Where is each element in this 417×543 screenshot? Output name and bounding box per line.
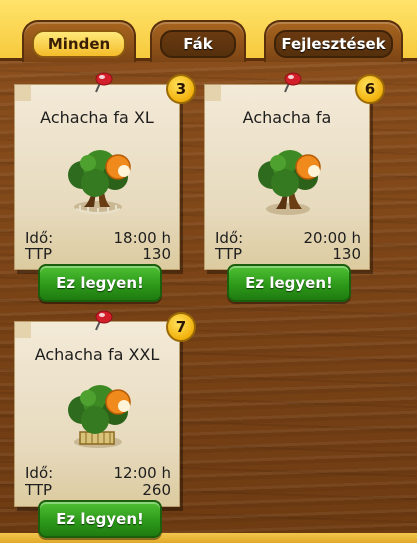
tab-fejlesztesek[interactable]: Fejlesztések <box>264 20 403 62</box>
time-value: 20:00 h <box>303 229 361 247</box>
tree-with-fruit-icon <box>68 385 131 448</box>
pin-icon <box>95 310 113 331</box>
ttp-value: 130 <box>142 245 171 263</box>
count-badge: 6 <box>355 74 385 104</box>
card-title: Achacha fa <box>242 108 332 127</box>
tree-with-fruit-icon <box>68 150 131 215</box>
ttp-row: TTP 130 <box>25 246 171 262</box>
time-row: Idő: 18:00 h <box>25 230 171 246</box>
tab-fak[interactable]: Fák <box>150 20 246 62</box>
time-label: Idő: <box>25 229 54 247</box>
count-badge: 7 <box>166 312 196 342</box>
count-badge: 3 <box>166 74 196 104</box>
select-button[interactable]: Ez legyen! <box>38 264 162 302</box>
time-row: Idő: 12:00 h <box>25 465 171 481</box>
card-title: Achacha fa XXL <box>34 345 160 364</box>
ttp-row: TTP 130 <box>215 246 361 262</box>
tab-label: Minden <box>32 30 126 58</box>
ttp-label: TTP <box>215 245 243 263</box>
ttp-row: TTP 260 <box>25 482 171 498</box>
ttp-label: TTP <box>25 245 53 263</box>
pin-icon <box>284 72 302 93</box>
time-row: Idő: 20:00 h <box>215 230 361 246</box>
time-value: 12:00 h <box>113 464 171 482</box>
time-label: Idő: <box>215 229 244 247</box>
pin-icon <box>95 72 113 93</box>
select-button[interactable]: Ez legyen! <box>38 500 162 538</box>
select-button[interactable]: Ez legyen! <box>227 264 351 302</box>
ttp-value: 130 <box>332 245 361 263</box>
tab-label: Fák <box>160 30 236 58</box>
tab-label: Fejlesztések <box>274 30 393 58</box>
tree-with-fruit-icon <box>258 150 321 215</box>
ttp-value: 260 <box>142 481 171 499</box>
time-value: 18:00 h <box>113 229 171 247</box>
tab-minden[interactable]: Minden <box>22 20 136 62</box>
card-title: Achacha fa XL <box>40 108 154 127</box>
ttp-label: TTP <box>25 481 53 499</box>
time-label: Idő: <box>25 464 54 482</box>
